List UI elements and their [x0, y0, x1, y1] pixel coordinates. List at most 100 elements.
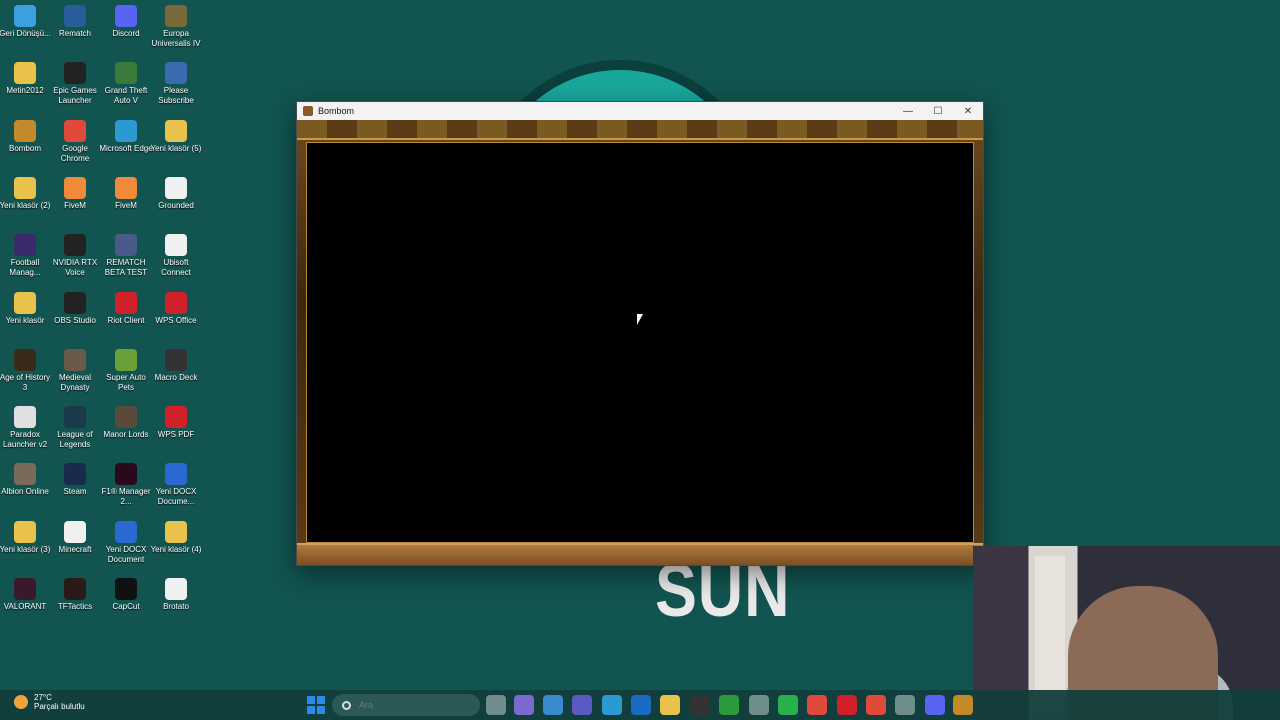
desktop-icon[interactable]: FiveM [99, 176, 153, 211]
desktop-icon[interactable]: NVIDIA RTX Voice [48, 234, 102, 278]
desktop-icon[interactable]: Yeni klasör [0, 291, 52, 326]
taskbar-search[interactable] [332, 694, 480, 716]
apps-icon[interactable] [749, 695, 769, 715]
store-icon[interactable] [543, 695, 563, 715]
desktop-icon[interactable]: FiveM [48, 176, 102, 211]
app-icon [64, 176, 86, 199]
app-icon [165, 348, 187, 371]
desktop-icon[interactable]: Steam [48, 463, 102, 497]
obs-icon[interactable] [690, 695, 710, 715]
desktop-icon[interactable]: Europa Universalis IV [149, 5, 203, 49]
bombom-taskbar-icon[interactable] [953, 695, 973, 715]
desktop-icon[interactable]: Bombom [0, 119, 52, 154]
wps-icon[interactable] [837, 695, 857, 715]
desktop-icon-label: Europa Universalis IV [151, 29, 201, 48]
desktop-icon[interactable]: Yeni DOCX Docume... [149, 463, 203, 507]
desktop-icon-label: Macro Deck [154, 372, 198, 382]
desktop-icon[interactable]: Yeni DOCX Document [99, 520, 153, 565]
app-icon [14, 291, 36, 314]
desktop-icon[interactable]: Yeni klasör (3) [0, 520, 52, 555]
desktop-icon-label: Age of History 3 [0, 372, 51, 392]
desktop-icon[interactable]: Yeni klasör (2) [0, 176, 52, 211]
desktop-icon[interactable]: Macro Deck [149, 348, 203, 383]
xbox-icon[interactable] [719, 695, 739, 715]
copilot-icon[interactable] [514, 695, 534, 715]
desktop-icon-label: Bombom [8, 143, 41, 153]
desktop-icon[interactable]: REMATCH BETA TEST [99, 234, 153, 278]
start-button[interactable] [307, 696, 325, 714]
game-screen[interactable] [306, 142, 974, 543]
weather-widget[interactable]: 27°C Parçalı bulutlu [14, 693, 85, 711]
desktop-icon[interactable]: Riot Client [99, 291, 153, 326]
desktop-icon[interactable]: Brotato [149, 578, 203, 612]
desktop-icon-label: Yeni klasör (5) [150, 143, 202, 153]
desktop-icon[interactable]: Grounded [149, 176, 203, 211]
chrome-icon[interactable] [807, 695, 827, 715]
desktop-icon-label: OBS Studio [54, 315, 96, 325]
maximize-button[interactable]: ☐ [923, 106, 953, 117]
desktop-icon[interactable]: Super Auto Pets [99, 348, 153, 393]
desktop-icon-label: CapCut [112, 602, 140, 611]
desktop-icon[interactable]: Yeni klasör (4) [149, 520, 203, 555]
app-icon [64, 62, 86, 85]
chrome-profile-icon[interactable] [866, 695, 886, 715]
desktop-icon[interactable]: TFTactics [48, 578, 102, 612]
desktop-icon[interactable]: Epic Games Launcher [48, 62, 102, 106]
teams-icon[interactable] [572, 695, 592, 715]
desktop-icon[interactable]: Albion Online [0, 463, 52, 497]
desktop-icon[interactable]: Google Chrome [48, 119, 102, 164]
desktop-icon[interactable]: Discord [99, 5, 153, 39]
app-icon [64, 291, 86, 314]
desktop-icon[interactable]: F1® Manager 2... [99, 463, 153, 507]
minimize-button[interactable]: — [893, 106, 923, 117]
bombom-window[interactable]: Bombom — ☐ ✕ [296, 101, 984, 566]
desktop-icon[interactable]: Paradox Launcher v2 [0, 406, 52, 450]
close-button[interactable]: ✕ [953, 106, 983, 117]
discord-icon[interactable] [925, 695, 945, 715]
desktop-icon[interactable]: Manor Lords [99, 406, 153, 440]
desktop-icon[interactable]: CapCut [99, 578, 153, 612]
desktop-icon[interactable]: Rematch [48, 5, 102, 39]
weather-condition: Parçalı bulutlu [34, 702, 85, 711]
desktop-icon[interactable]: VALORANT [0, 578, 52, 612]
app-icon [14, 119, 36, 142]
app-icon [165, 406, 187, 429]
weather-icon [14, 695, 28, 709]
desktop-icon[interactable]: Age of History 3 [0, 348, 52, 393]
app-icon [165, 578, 187, 600]
edge-icon[interactable] [602, 695, 622, 715]
desktop-icon-label: Yeni klasör (4) [150, 544, 202, 554]
desktop-icon[interactable]: Minecraft [48, 520, 102, 555]
desktop-icon[interactable]: Geri Dönüşü... [0, 5, 52, 39]
desktop-icon[interactable]: Metin2012 [0, 62, 52, 96]
app-icon [64, 463, 86, 486]
desktop-icon-label: Please Subscribe [158, 86, 194, 106]
app-icon [115, 578, 137, 600]
desktop-icon[interactable]: Medieval Dynasty [48, 348, 102, 393]
settings-icon[interactable] [895, 695, 915, 715]
desktop-icon[interactable]: Yeni klasör (5) [149, 119, 203, 154]
taskview-icon[interactable] [486, 695, 506, 715]
desktop-icon[interactable]: WPS PDF [149, 406, 203, 440]
desktop-icon[interactable]: Grand Theft Auto V [99, 62, 153, 106]
whatsapp-icon[interactable] [778, 695, 798, 715]
desktop-icon[interactable]: WPS Office [149, 291, 203, 326]
desktop-icon-label: WPS Office [155, 315, 197, 325]
desktop-icon-label: Yeni klasör (3) [0, 544, 51, 554]
search-input[interactable] [359, 700, 449, 710]
desktop-icon[interactable]: Football Manag... [0, 234, 52, 278]
app-icon [14, 348, 36, 371]
desktop-icon[interactable]: Please Subscribe [149, 62, 203, 106]
file-explorer-icon[interactable] [660, 695, 680, 715]
app-icon [115, 463, 137, 486]
outlook-icon[interactable] [631, 695, 651, 715]
desktop-icon[interactable]: OBS Studio [48, 291, 102, 326]
desktop-icon-label: WPS PDF [157, 430, 195, 440]
window-titlebar[interactable]: Bombom — ☐ ✕ [297, 102, 983, 120]
app-icon [14, 5, 36, 27]
app-icon [64, 406, 86, 429]
desktop-icon[interactable]: Microsoft Edge [99, 119, 153, 154]
app-icon [64, 520, 86, 543]
desktop-icon[interactable]: League of Legends [48, 406, 102, 450]
desktop-icon[interactable]: Ubisoft Connect [149, 234, 203, 278]
